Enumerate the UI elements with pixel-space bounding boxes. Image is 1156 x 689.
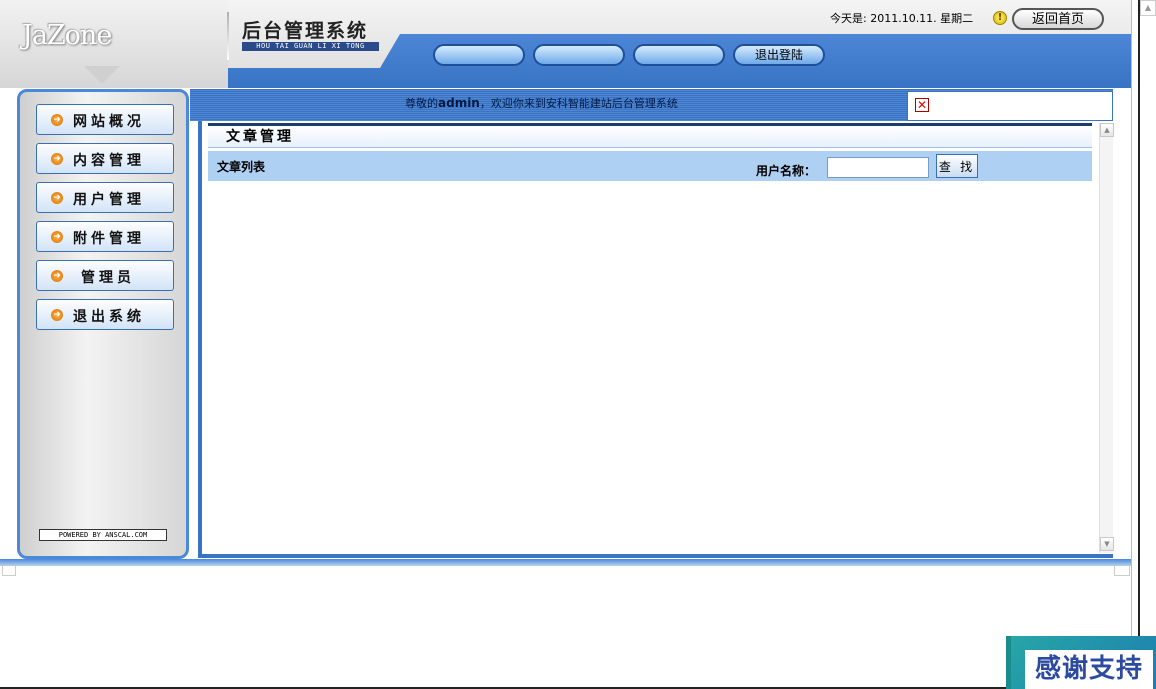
nav-button-2[interactable]	[533, 44, 625, 66]
nav-button-3[interactable]	[633, 44, 725, 66]
footer-strip	[0, 559, 1131, 566]
header-divider	[227, 12, 229, 60]
sidebar-item-label: 内容管理	[73, 153, 145, 169]
welcome-suffix: ，欢迎你来到安科智能建站后台管理系统	[479, 97, 678, 110]
sidebar-item-admin[interactable]: ➜ 管理员	[36, 260, 174, 291]
header: JaZone 后台管理系统 HOU TAI GUAN LI XI TONG 今天…	[0, 0, 1131, 88]
article-list-toolbar: 文章列表 用户名称： 查 找	[208, 151, 1092, 181]
window-scrollbar[interactable]: ▲	[1138, 0, 1156, 689]
sidebar-item-label: 用户管理	[73, 192, 145, 208]
sidebar-item-label: 管理员	[81, 270, 135, 286]
sidebar: ➜ 网站概况 ➜ 内容管理 ➜ 用户管理 ➜ 附件管理 ➜ 管理员 ➜ 退出系统…	[17, 89, 189, 559]
sidebar-item-label: 退出系统	[73, 309, 145, 325]
sidebar-item-exit[interactable]: ➜ 退出系统	[36, 299, 174, 330]
content-frame: 文章管理 文章列表 用户名称： 查 找 ▲ ▼	[198, 121, 1114, 558]
sidebar-item-users[interactable]: ➜ 用户管理	[36, 182, 174, 213]
thanks-text: 感谢支持	[1025, 650, 1153, 689]
exclamation-icon: !	[993, 11, 1007, 25]
sidebar-item-overview[interactable]: ➜ 网站概况	[36, 104, 174, 135]
arrow-right-icon: ➜	[51, 231, 63, 243]
article-list-label: 文章列表	[217, 160, 266, 174]
arrow-right-icon: ➜	[51, 192, 63, 204]
scroll-up-icon[interactable]: ▲	[1100, 123, 1114, 137]
page-right-edge	[1131, 0, 1138, 636]
home-button[interactable]: 返回首页	[1012, 8, 1104, 30]
footer-corner-right	[1114, 566, 1130, 576]
welcome-bar: 尊敬的admin，欢迎你来到安科智能建站后台管理系统 ✕	[190, 89, 1113, 121]
sidebar-item-attachments[interactable]: ➜ 附件管理	[36, 221, 174, 252]
arrow-right-icon: ➜	[51, 309, 63, 321]
logo-notch	[84, 66, 120, 84]
welcome-prefix: 尊敬的	[405, 97, 438, 110]
user-name-input[interactable]	[827, 157, 929, 178]
arrow-right-icon: ➜	[51, 114, 63, 126]
find-button[interactable]: 查 找	[936, 154, 978, 178]
system-pinyin: HOU TAI GUAN LI XI TONG	[242, 42, 379, 51]
user-name-label: 用户名称：	[756, 164, 817, 178]
arrow-right-icon: ➜	[51, 153, 63, 165]
content-scrollbar[interactable]: ▲ ▼	[1099, 123, 1114, 553]
welcome-username: admin	[438, 96, 480, 110]
powered-by-badge[interactable]: POWERED BY ANSCAL.COM	[39, 529, 167, 541]
logo-text: JaZone	[22, 20, 112, 51]
sidebar-item-label: 附件管理	[73, 231, 145, 247]
thanks-badge: 感谢支持	[1006, 636, 1156, 689]
page-root: JaZone 后台管理系统 HOU TAI GUAN LI XI TONG 今天…	[0, 0, 1156, 689]
section-title: 文章管理	[208, 123, 1092, 148]
scroll-up-icon[interactable]: ▲	[1140, 0, 1156, 16]
logo-area: JaZone	[0, 0, 228, 88]
close-panel: ✕	[907, 91, 1113, 121]
close-icon[interactable]: ✕	[915, 98, 929, 112]
sidebar-item-label: 网站概况	[73, 114, 145, 130]
scroll-down-icon[interactable]: ▼	[1100, 537, 1114, 551]
system-title: 后台管理系统	[242, 20, 369, 42]
sidebar-item-content[interactable]: ➜ 内容管理	[36, 143, 174, 174]
logout-button[interactable]: 退出登陆	[733, 44, 825, 66]
footer-corner-left	[2, 566, 16, 576]
arrow-right-icon: ➜	[51, 270, 63, 282]
date-display: 今天是: 2011.10.11. 星期二	[830, 12, 974, 25]
nav-button-1[interactable]	[433, 44, 525, 66]
welcome-message: 尊敬的admin，欢迎你来到安科智能建站后台管理系统	[405, 95, 678, 111]
